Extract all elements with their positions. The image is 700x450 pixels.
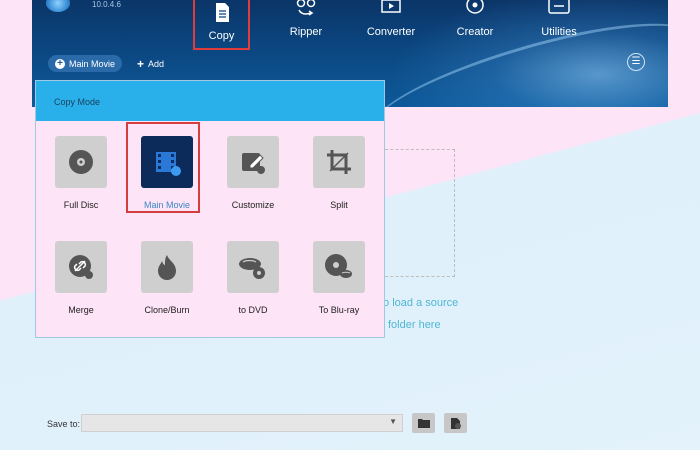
nav-tab-ripper[interactable]: Ripper <box>276 0 336 48</box>
clone-burn-tile <box>141 241 193 293</box>
nav-label-ripper: Ripper <box>289 26 323 38</box>
bluray-to-dvd-icon <box>239 258 265 279</box>
plus-circle-icon: + <box>55 58 65 69</box>
folder-icon <box>417 419 430 428</box>
drop-hint-line-2: folder here <box>388 319 441 331</box>
mode-label-full-disc: Full Disc <box>63 200 99 210</box>
nav-label-converter: Converter <box>366 26 416 38</box>
nav-label-creator: Creator <box>456 26 494 38</box>
mode-clone-burn[interactable]: Clone/Burn <box>130 241 204 331</box>
main-movie-label: Main Movie <box>69 58 116 69</box>
edit-icon <box>242 153 265 174</box>
merge-tile <box>55 241 107 293</box>
full-disc-tile <box>55 136 107 188</box>
mode-label-to-dvd: to DVD <box>238 305 268 315</box>
mode-label-clone-burn: Clone/Burn <box>144 305 190 315</box>
copy-icon <box>215 3 229 22</box>
menu-button[interactable]: ☰ <box>627 53 645 71</box>
mode-label-to-bluray: To Blu-ray <box>318 305 360 315</box>
nav-label-copy: Copy <box>208 30 235 42</box>
creator-icon <box>466 0 484 14</box>
customize-tile <box>227 136 279 188</box>
selected-mode-highlight <box>126 122 200 213</box>
add-button[interactable]: + Add <box>130 55 171 72</box>
nav-tab-converter[interactable]: Converter <box>361 0 421 48</box>
to-dvd-tile <box>227 241 279 293</box>
disc-settings-icon <box>450 418 461 429</box>
ripper-icon <box>296 0 316 16</box>
dvd-to-bluray-icon <box>325 254 352 278</box>
crop-icon <box>327 150 351 174</box>
disc-icon <box>69 150 93 174</box>
app-version: 10.0.4.6 <box>92 0 121 9</box>
main-movie-button[interactable]: + Main Movie <box>48 55 123 72</box>
converter-icon <box>381 0 401 13</box>
nav-tab-copy[interactable]: Copy <box>193 0 250 50</box>
drop-hint-line-1: to load a source <box>380 297 459 309</box>
merge-icon <box>69 255 93 279</box>
mode-to-dvd[interactable]: to DVD <box>216 241 290 331</box>
utilities-icon <box>548 0 570 14</box>
mode-to-bluray[interactable]: To Blu-ray <box>302 241 376 331</box>
chevron-down-icon[interactable]: ▼ <box>389 417 397 426</box>
fire-icon <box>158 255 176 280</box>
drop-area[interactable] <box>380 149 455 277</box>
mode-label-customize: Customize <box>231 200 275 210</box>
nav-label-utilities: Utilities <box>541 26 577 38</box>
browse-folder-button[interactable] <box>412 413 435 433</box>
add-label: Add <box>148 58 165 69</box>
save-to-label: Save to: <box>47 419 81 429</box>
menu-icon: ☰ <box>631 56 641 67</box>
mode-full-disc[interactable]: Full Disc <box>44 136 118 226</box>
copy-mode-title: Copy Mode <box>36 81 384 121</box>
copy-mode-panel: Copy Mode Full Disc Main Movie Customize… <box>35 80 385 338</box>
mode-label-split: Split <box>330 200 348 210</box>
plus-icon: + <box>137 56 145 71</box>
mode-customize[interactable]: Customize <box>216 136 290 226</box>
mode-merge[interactable]: Merge <box>44 241 118 331</box>
nav-tab-creator[interactable]: Creator <box>445 0 505 48</box>
nav-tab-utilities[interactable]: Utilities <box>529 0 589 48</box>
burn-settings-button[interactable] <box>444 413 467 433</box>
mode-split[interactable]: Split <box>302 136 376 226</box>
mode-label-merge: Merge <box>68 305 94 315</box>
save-to-select[interactable]: ▼ <box>81 414 403 432</box>
to-bluray-tile <box>313 241 365 293</box>
split-tile <box>313 136 365 188</box>
